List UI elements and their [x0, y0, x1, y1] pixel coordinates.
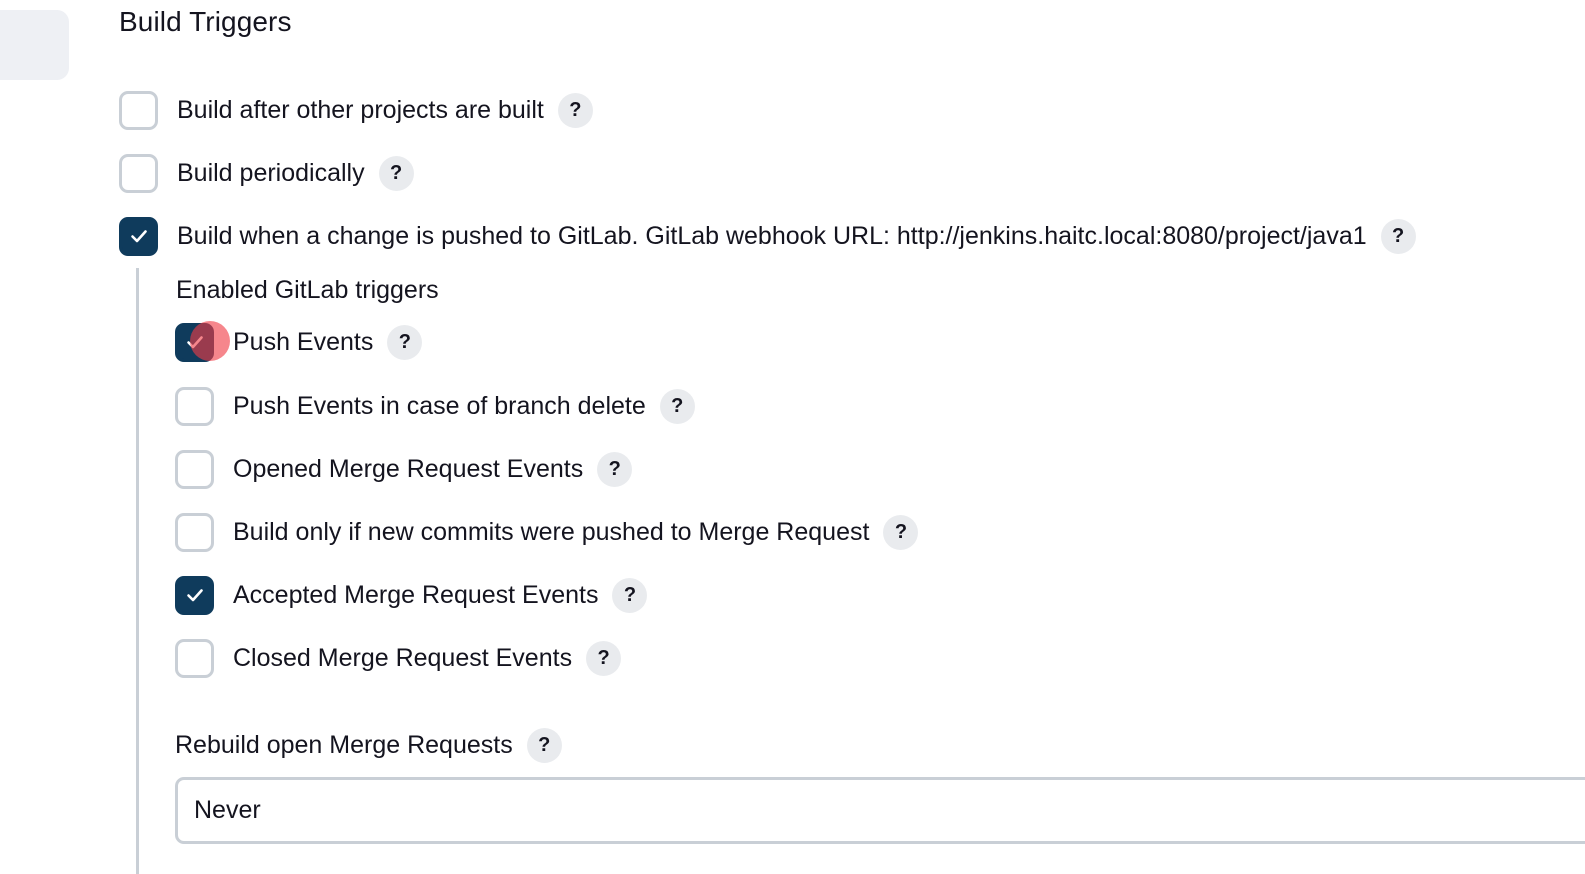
checkbox-build-after-other-projects[interactable]	[119, 90, 158, 130]
nested-indent-line	[136, 268, 139, 874]
help-icon[interactable]: ?	[557, 92, 593, 128]
gitlab-option-new-commits-mr: Build only if new commits were pushed to…	[175, 512, 919, 552]
checkmark-icon	[186, 336, 203, 349]
trigger-build-after-other-projects: Build after other projects are built ?	[119, 90, 593, 130]
help-icon[interactable]: ?	[659, 388, 695, 424]
option-label: Accepted Merge Request Events	[233, 581, 599, 609]
checkbox-build-periodically[interactable]	[119, 153, 158, 193]
rebuild-mr-select[interactable]: Never	[175, 777, 1585, 844]
gitlab-option-branch-delete: Push Events in case of branch delete ?	[175, 386, 695, 426]
checkbox-branch-delete[interactable]	[175, 386, 214, 426]
checkbox-push-events[interactable]	[175, 322, 214, 362]
sidebar-stub	[0, 10, 69, 80]
help-icon[interactable]: ?	[1380, 218, 1416, 254]
checkmark-icon	[130, 230, 147, 243]
gitlab-option-push-events: Push Events ?	[175, 322, 423, 362]
checkbox-gitlab-push[interactable]	[119, 216, 158, 256]
help-icon[interactable]: ?	[612, 577, 648, 613]
trigger-gitlab-push: Build when a change is pushed to GitLab.…	[119, 216, 1416, 256]
rebuild-mr-label: Rebuild open Merge Requests	[175, 731, 513, 759]
trigger-label: Build periodically	[177, 159, 365, 187]
help-icon[interactable]: ?	[526, 727, 562, 763]
trigger-label: Build after other projects are built	[177, 96, 544, 124]
trigger-build-periodically: Build periodically ?	[119, 153, 414, 193]
help-icon[interactable]: ?	[597, 451, 633, 487]
option-label: Push Events in case of branch delete	[233, 392, 646, 420]
gitlab-triggers-heading: Enabled GitLab triggers	[176, 276, 439, 304]
option-label: Opened Merge Request Events	[233, 455, 584, 483]
gitlab-option-closed-mr: Closed Merge Request Events ?	[175, 638, 622, 678]
gitlab-option-accepted-mr: Accepted Merge Request Events ?	[175, 575, 648, 615]
checkbox-closed-mr[interactable]	[175, 638, 214, 678]
section-title: Build Triggers	[119, 6, 292, 37]
checkmark-icon	[186, 589, 203, 602]
option-label: Push Events	[233, 328, 374, 356]
trigger-label: Build when a change is pushed to GitLab.…	[177, 222, 1367, 250]
help-icon[interactable]: ?	[586, 640, 622, 676]
option-label: Build only if new commits were pushed to…	[233, 518, 870, 546]
help-icon[interactable]: ?	[883, 514, 919, 550]
checkbox-opened-mr[interactable]	[175, 449, 214, 489]
help-icon[interactable]: ?	[378, 155, 414, 191]
checkbox-accepted-mr[interactable]	[175, 575, 214, 615]
gitlab-option-opened-mr: Opened Merge Request Events ?	[175, 449, 633, 489]
option-label: Closed Merge Request Events	[233, 644, 573, 672]
checkbox-new-commits-mr[interactable]	[175, 512, 214, 552]
help-icon[interactable]: ?	[387, 324, 423, 360]
rebuild-mr-row: Rebuild open Merge Requests ?	[175, 725, 562, 765]
rebuild-mr-selected-value: Never	[194, 796, 261, 824]
